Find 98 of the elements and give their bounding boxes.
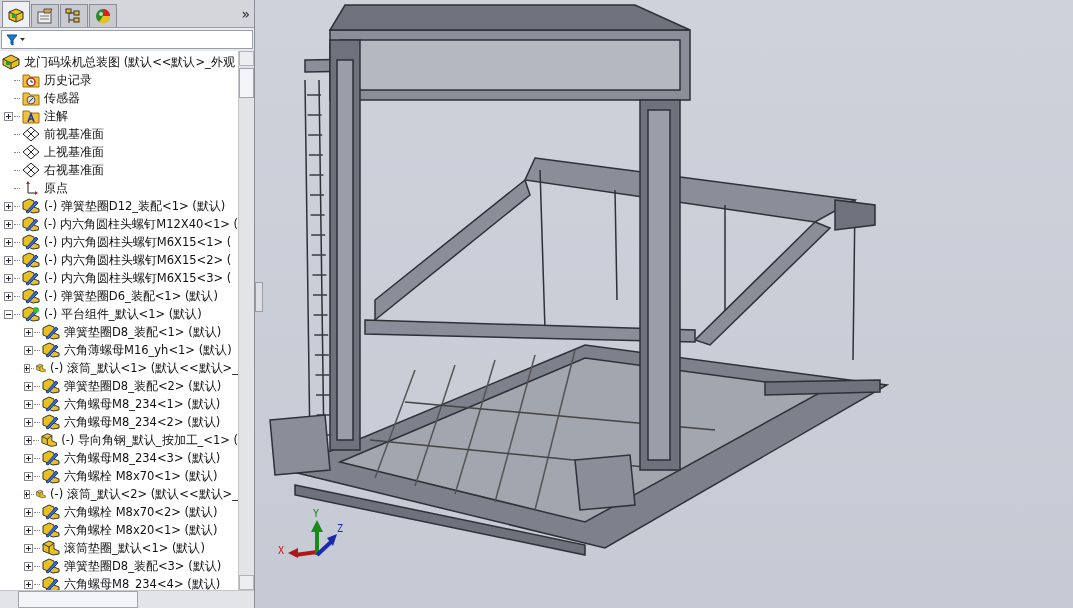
tree-item-label[interactable]: 历史记录 <box>44 72 92 88</box>
plane-icon <box>22 162 40 178</box>
part-pencil-icon <box>42 468 60 484</box>
tree-item-label[interactable]: 原点 <box>44 180 68 196</box>
part-pencil-icon <box>42 522 60 538</box>
expand-toggle[interactable] <box>24 471 33 481</box>
part-pencil-icon <box>22 198 40 214</box>
part-pencil-icon <box>42 450 60 466</box>
expand-toggle[interactable] <box>4 219 13 229</box>
expand-toggle[interactable] <box>24 327 33 337</box>
tree-item-label[interactable]: (-) 弹簧垫圈D12_装配<1> (默认) <box>44 198 226 214</box>
tree-item-label[interactable]: 六角螺栓 M8x20<1> (默认) <box>64 522 218 538</box>
tree-item-label[interactable]: (-) 滚筒_默认<1> (默认<<默认>_ <box>50 360 238 376</box>
letter-folder-icon <box>22 108 40 124</box>
axis-label: Y <box>313 508 320 519</box>
tree-item-label[interactable]: (-) 平台组件_默认<1> (默认) <box>44 306 202 322</box>
part-pencil-icon <box>22 288 40 304</box>
expand-toggle[interactable] <box>24 579 33 589</box>
part-pencil-icon <box>42 342 60 358</box>
axis-triad-icon <box>288 520 337 558</box>
tree-item-label[interactable]: (-) 内六角圆柱头螺钉M6X15<1> ( <box>44 234 232 250</box>
assembly-tree-icon <box>7 6 25 23</box>
panel-collapse-handle[interactable] <box>255 282 263 312</box>
part-pencil-icon <box>42 414 60 430</box>
tree-item-label[interactable]: (-) 内六角圆柱头螺钉M6X15<3> ( <box>44 270 232 286</box>
tree-item-label[interactable]: (-) 弹簧垫圈D6_装配<1> (默认) <box>44 288 218 304</box>
part-pencil-icon <box>42 558 60 574</box>
expand-toggle[interactable] <box>24 417 33 427</box>
collapse-toggle[interactable] <box>4 309 13 319</box>
part-pencil-icon <box>42 504 60 520</box>
axis-label: X <box>278 545 285 556</box>
part-icon <box>42 540 60 556</box>
tree-item-label[interactable]: 六角螺母M8_234<2> (默认) <box>64 414 221 430</box>
part-pencil-icon <box>42 324 60 340</box>
config-tree-icon <box>65 8 83 24</box>
horizontal-scrollbar[interactable] <box>0 590 254 608</box>
expand-toggle[interactable] <box>24 561 33 571</box>
expand-toggle[interactable] <box>24 525 33 535</box>
model-viewport[interactable]: X Y Z <box>255 0 1073 608</box>
expand-toggle[interactable] <box>4 201 13 211</box>
expand-toggle[interactable] <box>4 291 13 301</box>
tree-item-label[interactable]: 前视基准面 <box>44 126 104 142</box>
expand-toggle[interactable] <box>24 435 33 445</box>
tree-item-label[interactable]: 六角螺母M8_234<1> (默认) <box>64 396 221 412</box>
tree-item-label[interactable]: 传感器 <box>44 90 80 106</box>
expand-toggle[interactable] <box>4 255 13 265</box>
clock-folder-icon <box>22 72 40 88</box>
expand-toggle[interactable] <box>24 345 33 355</box>
expand-toggle[interactable] <box>4 111 13 121</box>
tree-item-label[interactable]: 六角螺母M8_234<4> (默认) <box>64 576 221 590</box>
color-ball-icon <box>95 8 111 24</box>
tree-item-label[interactable]: (-) 滚筒_默认<2> (默认<<默认>_ <box>50 486 238 502</box>
assembly-icon <box>2 54 20 70</box>
expand-toggle[interactable] <box>4 237 13 247</box>
vertical-scrollbar[interactable] <box>238 51 254 590</box>
plane-icon <box>22 126 40 142</box>
panel-tab[interactable] <box>31 4 59 27</box>
expand-toggle[interactable] <box>24 363 30 373</box>
plane-icon <box>22 144 40 160</box>
part-pencil-icon <box>42 396 60 412</box>
expand-toggle[interactable] <box>24 399 33 409</box>
part-icon <box>40 432 58 448</box>
tree-item-label[interactable]: (-) 内六角圆柱头螺钉M6X15<2> ( <box>44 252 232 268</box>
part-pencil-icon <box>22 252 40 268</box>
tree-item-label[interactable]: 弹簧垫圈D8_装配<3> (默认) <box>64 558 222 574</box>
expand-toggle[interactable] <box>24 507 33 517</box>
tree-item-label[interactable]: (-) 导向角钢_默认_按加工_<1> ( <box>61 432 238 448</box>
tree-item-label[interactable]: 滚筒垫圈_默认<1> (默认) <box>64 540 205 556</box>
tree-item-label[interactable]: 弹簧垫圈D8_装配<2> (默认) <box>64 378 222 394</box>
tree-item-label[interactable]: 上视基准面 <box>44 144 104 160</box>
expand-toggle[interactable] <box>24 489 30 499</box>
filter-icon <box>6 33 26 46</box>
tree-item-label[interactable]: 注解 <box>44 108 68 124</box>
part-pencil-icon <box>22 270 40 286</box>
expand-toggle[interactable] <box>24 453 33 463</box>
expand-toggle[interactable] <box>24 381 33 391</box>
axis-label: Z <box>337 523 344 534</box>
part-pencil-icon <box>42 576 60 590</box>
more-tabs-button[interactable]: » <box>241 5 250 22</box>
part-pencil-icon <box>21 216 40 232</box>
panel-tab[interactable] <box>60 4 88 27</box>
tree-item-label[interactable]: 龙门码垛机总装图 (默认<<默认>_外观 <box>24 54 235 70</box>
tree-item-label[interactable]: 六角螺母M8_234<3> (默认) <box>64 450 221 466</box>
property-sheet-icon <box>36 8 54 24</box>
filter-field[interactable] <box>1 30 253 49</box>
tree-item-label[interactable]: 弹簧垫圈D8_装配<1> (默认) <box>64 324 222 340</box>
tree-item-label[interactable]: 六角薄螺母M16_yh<1> (默认) <box>64 342 232 358</box>
part-pencil-icon <box>22 306 40 322</box>
part-pencil-icon <box>22 234 40 250</box>
expand-toggle[interactable] <box>4 273 13 283</box>
part-pencil-icon <box>42 378 60 394</box>
gauge-folder-icon <box>22 90 40 106</box>
panel-tab[interactable] <box>2 1 30 27</box>
expand-toggle[interactable] <box>24 543 33 553</box>
tree-item-label[interactable]: 六角螺栓 M8x70<2> (默认) <box>64 504 218 520</box>
tree-item-label[interactable]: 右视基准面 <box>44 162 104 178</box>
tree-item-label[interactable]: (-) 内六角圆柱头螺钉M12X40<1> ( <box>43 216 238 232</box>
tree-item-label[interactable]: 六角螺栓 M8x70<1> (默认) <box>64 468 218 484</box>
